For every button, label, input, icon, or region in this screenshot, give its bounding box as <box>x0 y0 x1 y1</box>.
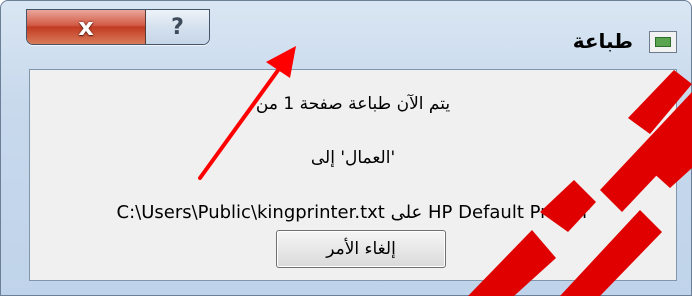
destination-message: C:\Users\Public\kingprinter.txt على HP D… <box>116 202 590 223</box>
help-button[interactable]: ? <box>146 10 209 44</box>
window-title: طباعة <box>572 29 633 53</box>
print-dialog-window: x ? طباعة يتم الآن طباعة صفحة 1 من 'العم… <box>0 0 692 296</box>
printer-app-icon <box>649 31 677 53</box>
cancel-button[interactable]: إلغاء الأمر <box>276 230 446 268</box>
help-icon: ? <box>171 14 184 40</box>
close-icon: x <box>78 13 94 41</box>
title-bar[interactable]: x ? طباعة <box>1 1 691 63</box>
progress-message: يتم الآن طباعة صفحة 1 من <box>255 94 451 114</box>
caption-buttons: x ? <box>26 9 210 45</box>
dialog-content: يتم الآن طباعة صفحة 1 من 'العمال' إلى C:… <box>29 69 677 281</box>
close-button[interactable]: x <box>27 10 146 44</box>
document-name-message: 'العمال' إلى <box>310 148 396 168</box>
